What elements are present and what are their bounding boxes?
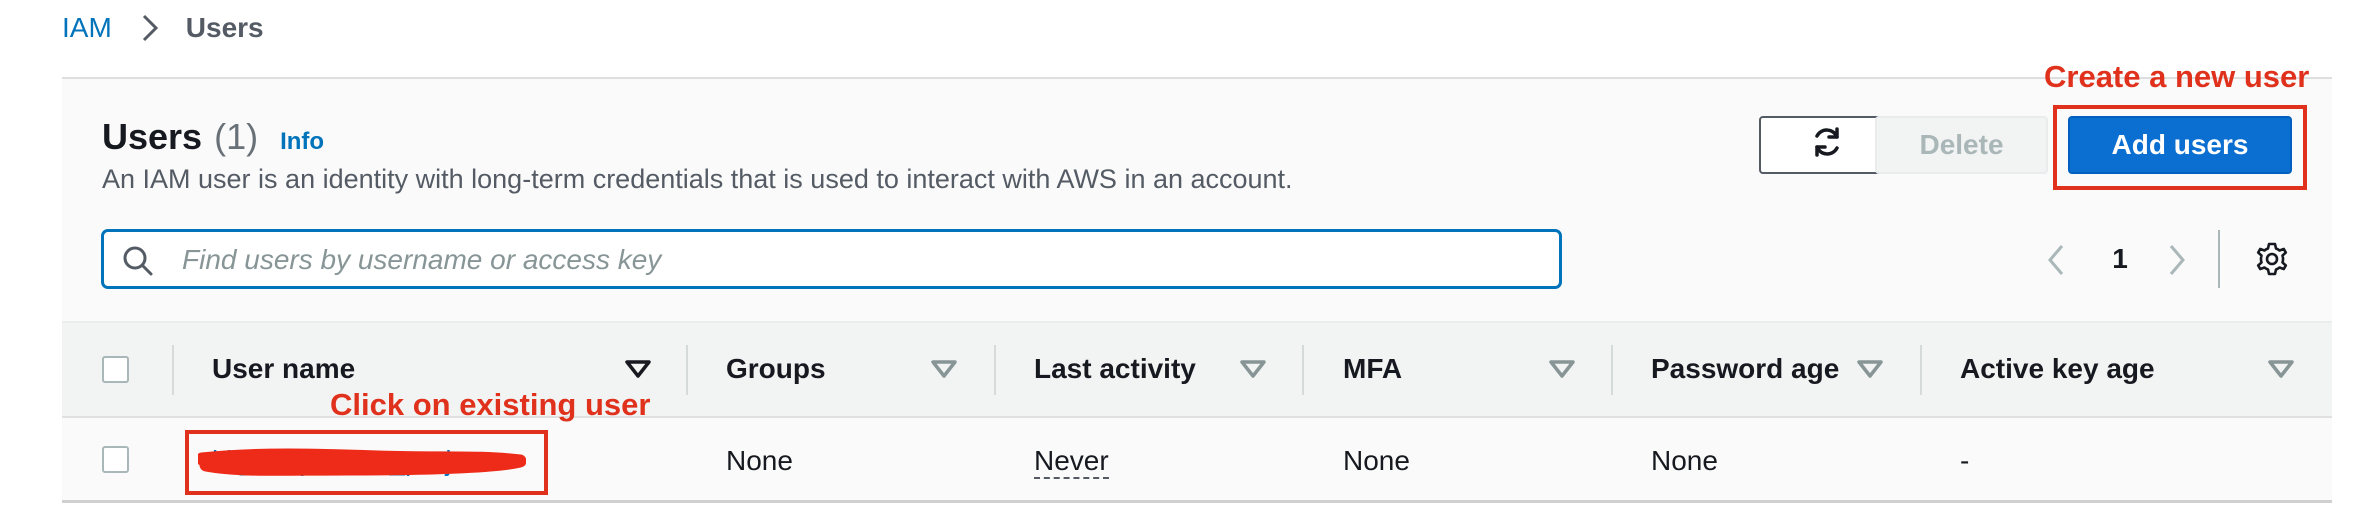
delete-button[interactable]: Delete [1875,116,2048,174]
cell-password-age: None [1651,445,1718,476]
search-icon [122,245,154,277]
column-divider [1920,345,1922,395]
gear-icon[interactable] [2254,241,2290,277]
sort-down-icon[interactable] [2267,359,2295,379]
row-checkbox[interactable] [102,446,129,473]
column-header-last-activity[interactable]: Last activity [1034,353,1196,385]
breadcrumb-current: Users [185,12,264,43]
chevron-right-icon[interactable] [2163,242,2191,278]
cell-groups: None [726,445,793,476]
breadcrumb: IAM Users [62,10,264,46]
search-input[interactable] [174,238,1544,282]
breadcrumb-iam-link[interactable]: IAM [62,12,112,44]
sort-down-icon[interactable] [624,359,652,379]
info-link[interactable]: Info [280,128,324,156]
select-all-checkbox[interactable] [102,356,129,383]
page-title: Users [102,116,203,157]
column-divider [172,345,174,395]
column-header-mfa[interactable]: MFA [1343,353,1402,385]
column-header-password-age[interactable]: Password age [1651,353,1839,385]
search-box[interactable] [102,230,1561,288]
column-divider [994,345,996,395]
user-count: (1) [214,116,259,157]
annotation-box-user [185,430,548,495]
annotation-click-user: Click on existing user [330,387,651,422]
cell-last-activity[interactable]: Never [1034,445,1109,479]
annotation-box-add [2053,105,2307,190]
table-bottom-border [62,500,2332,503]
chevron-left-icon[interactable] [2042,242,2070,278]
annotation-create-user: Create a new user [2044,59,2310,94]
column-header-user-name[interactable]: User name [212,353,355,385]
column-header-active-key-age[interactable]: Active key age [1960,353,2155,385]
sort-down-icon[interactable] [930,359,958,379]
sort-down-icon[interactable] [1856,359,1884,379]
cell-mfa: None [1343,445,1410,476]
page-description: An IAM user is an identity with long-ter… [102,164,1293,194]
refresh-icon [1810,125,1844,166]
column-divider [1611,345,1613,395]
panel-header: Users (1) Info [102,116,324,158]
cell-active-key-age: - [1960,445,1970,476]
column-divider [686,345,688,395]
chevron-right-icon [132,10,168,46]
column-divider [1302,345,1304,395]
sort-down-icon[interactable] [1239,359,1267,379]
pagination-page-number[interactable]: 1 [2105,243,2135,275]
pagination-divider [2218,230,2220,288]
sort-down-icon[interactable] [1548,359,1576,379]
column-header-groups[interactable]: Groups [726,353,826,385]
